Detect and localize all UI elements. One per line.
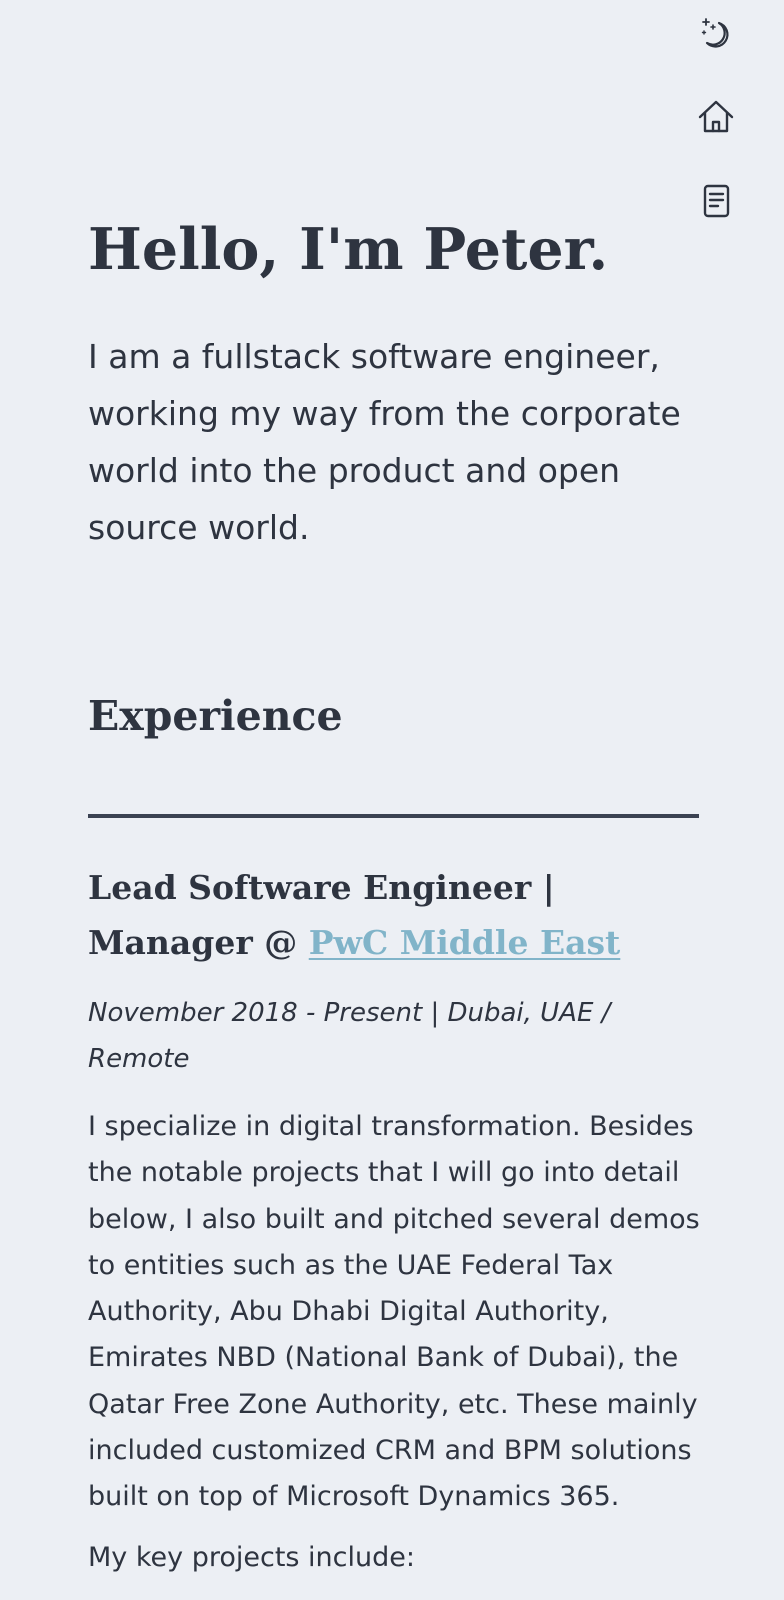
job-title: Lead Software Engineer | Manager @ PwC M… [88, 860, 700, 970]
hero-intro: I am a fullstack software engineer, work… [88, 337, 681, 547]
job-meta: November 2018 - Present | Dubai, UAE / R… [88, 998, 611, 1074]
projects-intro: My key projects include: [88, 1542, 415, 1573]
hero-title: Hello, I'm Peter. [88, 216, 609, 283]
moon-stars-icon[interactable] [696, 14, 736, 54]
document-icon[interactable] [696, 181, 736, 221]
section-divider [88, 814, 699, 818]
experience-heading: Experience [88, 692, 343, 740]
home-icon[interactable] [696, 97, 736, 137]
job-description: I specialize in digital transformation. … [88, 1111, 700, 1513]
company-link[interactable]: PwC Middle East [309, 923, 621, 962]
